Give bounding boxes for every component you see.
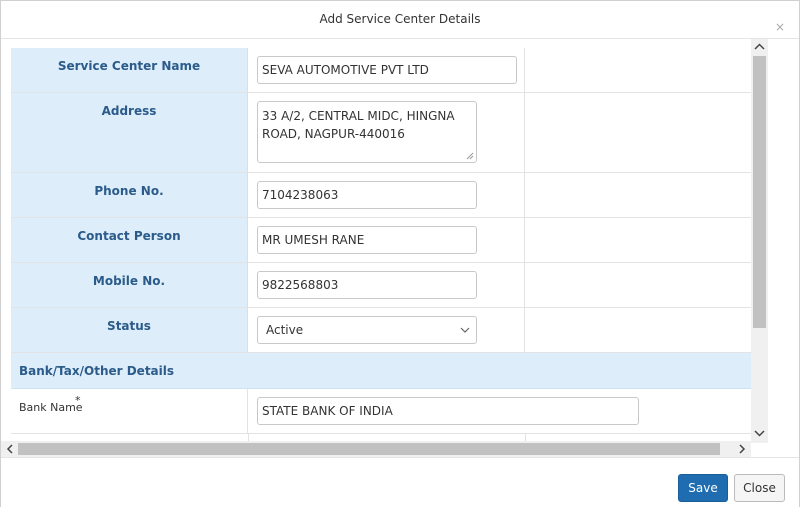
- scroll-down-icon[interactable]: [751, 427, 768, 439]
- row-status: Status Active: [11, 308, 753, 353]
- service-center-form: Service Center Name SEVA AUTOMOTIVE PVT …: [11, 48, 753, 454]
- horizontal-scrollbar[interactable]: [1, 441, 751, 457]
- address-textarea[interactable]: 33 A/2, CENTRAL MIDC, HINGNA ROAD, NAGPU…: [257, 101, 477, 163]
- row-bank-name: Bank Name * STATE BANK OF INDIA: [11, 389, 753, 434]
- service-center-name-input[interactable]: SEVA AUTOMOTIVE PVT LTD: [257, 56, 517, 84]
- mobile-input[interactable]: 9822568803: [257, 271, 477, 299]
- status-selected-value: Active: [266, 323, 304, 337]
- label-contact-person: Contact Person: [77, 229, 181, 243]
- row-service-center-name: Service Center Name SEVA AUTOMOTIVE PVT …: [11, 48, 753, 93]
- label-mobile: Mobile No.: [92, 274, 166, 288]
- section-header-bank-tax: Bank/Tax/Other Details: [11, 353, 753, 389]
- scroll-up-icon[interactable]: [751, 41, 768, 53]
- row-address: Address 33 A/2, CENTRAL MIDC, HINGNA ROA…: [11, 93, 753, 173]
- dialog-title: Add Service Center Details: [319, 12, 481, 26]
- label-phone: Phone No.: [94, 184, 164, 198]
- scroll-right-icon[interactable]: [734, 441, 750, 457]
- dialog-body: Service Center Name SEVA AUTOMOTIVE PVT …: [1, 39, 769, 457]
- dialog-footer: Save Close: [1, 457, 799, 507]
- resize-grip-icon[interactable]: [466, 152, 474, 160]
- label-address: Address: [101, 104, 157, 118]
- label-bank-name: Bank Name: [19, 401, 83, 414]
- vertical-scroll-thumb[interactable]: [753, 56, 766, 328]
- row-phone: Phone No. 7104238063: [11, 173, 753, 218]
- vertical-scrollbar[interactable]: [751, 39, 768, 443]
- phone-input[interactable]: 7104238063: [257, 181, 477, 209]
- dialog-header: Add Service Center Details ×: [1, 1, 799, 39]
- contact-person-input[interactable]: MR UMESH RANE: [257, 226, 477, 254]
- service-center-dialog: Add Service Center Details × Service Cen…: [0, 0, 800, 507]
- status-select[interactable]: Active: [257, 316, 477, 344]
- label-service-center-name: Service Center Name: [57, 59, 201, 73]
- close-icon[interactable]: ×: [775, 21, 785, 33]
- address-line-2: ROAD, NAGPUR-440016: [262, 127, 405, 141]
- scroll-left-icon[interactable]: [2, 441, 18, 457]
- close-button[interactable]: Close: [734, 474, 785, 502]
- save-button[interactable]: Save: [678, 474, 728, 502]
- horizontal-scroll-thumb[interactable]: [18, 443, 720, 455]
- label-status: Status: [107, 319, 151, 333]
- row-mobile: Mobile No. 9822568803: [11, 263, 753, 308]
- chevron-down-icon: [460, 327, 470, 333]
- row-contact-person: Contact Person MR UMESH RANE: [11, 218, 753, 263]
- required-mark: *: [75, 394, 81, 407]
- section-title: Bank/Tax/Other Details: [19, 364, 175, 378]
- address-line-1: 33 A/2, CENTRAL MIDC, HINGNA: [262, 109, 455, 123]
- bank-name-input[interactable]: STATE BANK OF INDIA: [257, 397, 639, 425]
